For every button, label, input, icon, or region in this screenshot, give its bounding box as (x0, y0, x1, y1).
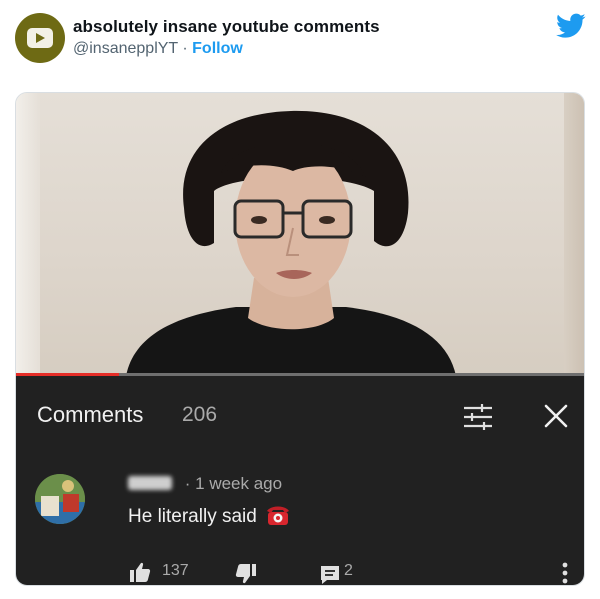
twitter-bird-icon[interactable] (556, 13, 586, 39)
commenter-avatar[interactable] (35, 474, 85, 524)
sort-filter-icon[interactable] (462, 403, 494, 431)
comment-meta: · 1 week ago (128, 474, 282, 494)
video-frame[interactable] (16, 93, 584, 376)
close-icon[interactable] (541, 401, 571, 431)
comment-meta-dot: · (184, 474, 191, 493)
telephone-emoji-icon (267, 506, 290, 525)
separator-dot: · (182, 40, 188, 57)
more-options-icon[interactable] (562, 562, 568, 584)
comment-timestamp[interactable]: 1 week ago (195, 474, 282, 493)
person-figure (126, 110, 456, 376)
account-handle[interactable]: @insanepplYT (73, 40, 178, 57)
thumbs-up-icon[interactable] (129, 561, 151, 583)
account-display-name[interactable]: absolutely insane youtube comments (73, 17, 380, 37)
account-avatar[interactable] (15, 13, 65, 63)
comments-count: 206 (182, 403, 218, 426)
comment-text: He literally said (128, 504, 290, 528)
youtube-logo-icon (27, 28, 53, 48)
media-card[interactable]: Comments 206 · 1 week ago He literally s… (15, 92, 585, 586)
like-count: 137 (162, 562, 189, 579)
reply-comment-icon[interactable] (319, 564, 341, 586)
comments-panel: Comments 206 · 1 week ago He literally s… (16, 376, 584, 586)
commenter-avatar-image (35, 474, 85, 524)
comment-body: He literally said (128, 506, 257, 527)
thumbs-down-icon[interactable] (235, 563, 257, 585)
comments-title: Comments (37, 402, 144, 427)
handle-row: @insanepplYT · Follow (73, 40, 243, 58)
reply-count: 2 (344, 562, 353, 579)
follow-link[interactable]: Follow (192, 40, 243, 57)
